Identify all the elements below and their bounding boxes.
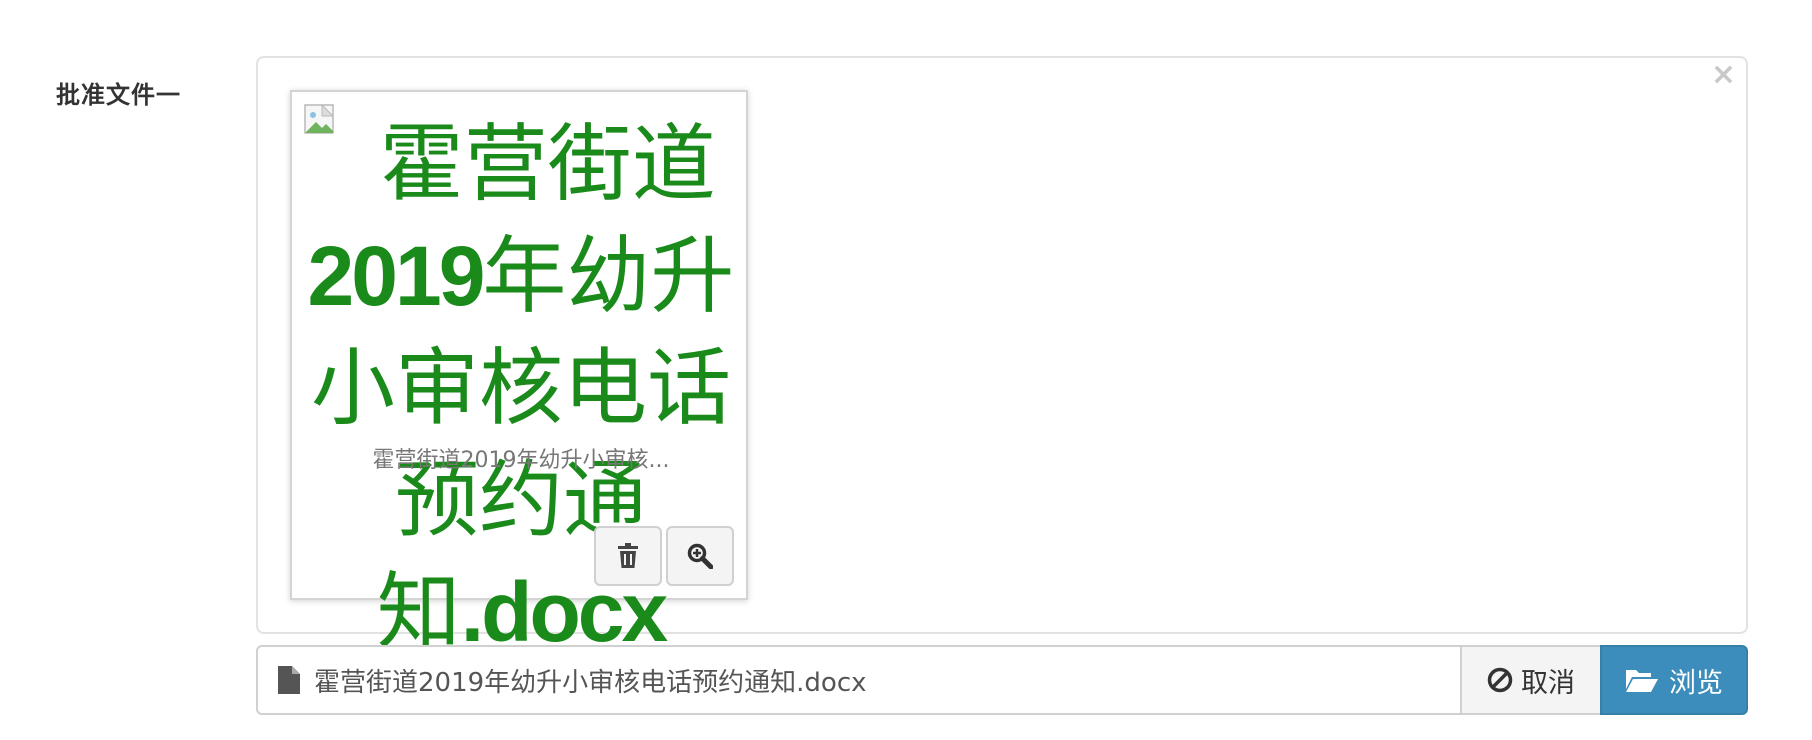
close-preview-icon[interactable]: × <box>1711 60 1736 90</box>
alt-line-2-year: 2019 <box>307 229 486 323</box>
file-icon <box>278 666 300 694</box>
trash-icon <box>618 543 638 568</box>
alt-line-1: 霍营街道 <box>292 108 750 220</box>
file-input-group: 霍营街道2019年幼升小审核电话预约通知.docx 取消 浏览 <box>256 645 1748 715</box>
upload-form-row: 批准文件一 × 霍营街道 2019年幼升 小审核电话 预约通 知.docx 霍营… <box>0 0 1812 740</box>
cancel-button[interactable]: 取消 <box>1460 645 1600 715</box>
folder-open-icon <box>1626 670 1658 692</box>
alt-line-3-text: 小审核电话 <box>310 339 731 437</box>
alt-line-2-text: 年幼升 <box>482 227 735 325</box>
selected-filename: 霍营街道2019年幼升小审核电话预约通知.docx <box>314 667 867 698</box>
alt-line-3: 小审核电话 <box>292 332 750 444</box>
browse-button[interactable]: 浏览 <box>1600 645 1748 715</box>
file-caption-field[interactable]: 霍营街道2019年幼升小审核电话预约通知.docx <box>256 645 1460 715</box>
browse-label: 浏览 <box>1669 667 1723 699</box>
thumbnail-actions <box>594 526 734 586</box>
delete-file-button[interactable] <box>594 526 662 586</box>
field-label: 批准文件一 <box>56 81 181 109</box>
thumbnail-caption: 霍营街道2019年幼升小审核... <box>372 448 670 473</box>
ban-icon <box>1487 667 1513 693</box>
zoom-in-icon <box>687 543 713 569</box>
alt-line-2: 2019年幼升 <box>292 220 750 332</box>
file-thumbnail: 霍营街道 2019年幼升 小审核电话 预约通 知.docx 霍营街道2019年幼… <box>290 90 750 661</box>
cancel-label: 取消 <box>1521 667 1575 699</box>
alt-line-1-text: 霍营街道 <box>379 115 716 213</box>
zoom-file-button[interactable] <box>666 526 734 586</box>
